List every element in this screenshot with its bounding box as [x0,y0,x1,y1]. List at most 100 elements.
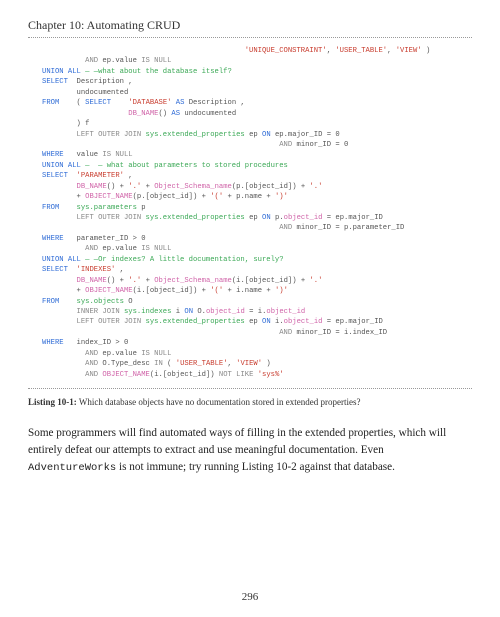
code-text: index_ID > 0 [64,339,129,347]
code-text: object_id [284,214,323,222]
code-text: SELECT [42,266,68,274]
code-text: SELECT [85,99,111,107]
code-text: ep [245,318,262,326]
code-text: Description , [184,99,244,107]
code-text: object_id [266,308,305,316]
code-text: FROM [42,99,59,107]
code-text [42,110,128,118]
code-text: 'UNIQUE_CONSTRAINT' [245,47,327,55]
code-text: value [64,151,103,159]
code-text: FROM [42,204,59,212]
code-text: ep.value [98,57,141,65]
code-text: '.' [128,183,141,191]
code-text: + [42,287,85,295]
code-text: sys.extended_properties [146,318,245,326]
code-text: minor_ID = p.parameter_ID [292,224,404,232]
code-text [42,350,85,358]
code-text: 'VIEW' [236,360,262,368]
code-text: Object_Schema_name [154,277,232,285]
code-text: AND [85,360,98,368]
code-text: ep.major_ID = 0 [271,131,340,139]
code-text: ) [262,360,271,368]
code-text: sys.indexes [124,308,171,316]
code-comment: — — what about parameters to stored proc… [81,162,288,170]
code-text: = ep.major_ID [322,214,382,222]
code-text: ( [163,360,176,368]
code-text: + [141,277,154,285]
code-text: 'PARAMETER' [77,172,124,180]
code-text: FROM [42,298,59,306]
code-text: AS [171,110,180,118]
page-number: 296 [0,591,500,603]
code-text: WHERE [42,151,64,159]
code-text: WHERE [42,339,64,347]
code-text: '.' [309,277,322,285]
code-text: ) [422,47,431,55]
code-text: INNER JOIN [77,308,120,316]
code-text: NOT LIKE [219,371,254,379]
code-text: , [124,172,133,180]
caption-label: Listing 10-1: [28,397,77,407]
code-text: (p.[object_id]) + [133,193,211,201]
code-text [42,141,279,149]
code-text: ep.value [98,245,141,253]
code-text: ep [245,214,262,222]
code-text: ON [262,131,271,139]
code-text: SELECT [42,172,68,180]
code-comment: — —what about the database itself? [81,68,232,76]
code-text [42,224,279,232]
code-text: IS NULL [102,151,132,159]
code-text: IS NULL [141,57,171,65]
code-text: (i.[object_id]) [150,371,219,379]
code-text: OBJECT_NAME [85,287,132,295]
code-text: ')' [275,287,288,295]
code-text: (p.[object_id]) + [232,183,310,191]
code-text [42,47,245,55]
code-text [42,277,77,285]
code-text: () + [107,183,129,191]
code-text: undocumented [180,110,236,118]
code-text: ')' [275,193,288,201]
code-text: ) f [42,120,89,128]
inline-code: AdventureWorks [28,462,116,474]
code-text: , [115,266,124,274]
caption-text: Which database objects have no documenta… [77,397,361,407]
code-text: = i. [245,308,267,316]
code-text [68,266,77,274]
code-text: ep [245,131,262,139]
code-text: AND [85,245,98,253]
code-text: LEFT OUTER JOIN [77,214,142,222]
listing-caption: Listing 10-1: Which database objects hav… [28,397,472,407]
code-text: + [42,193,85,201]
code-text: OBJECT_NAME [85,193,132,201]
code-comment: — —Or indexes? A little documentation, s… [81,256,284,264]
code-text: p. [271,214,284,222]
code-text [42,329,279,337]
code-text: DB_NAME [77,277,107,285]
code-text: 'INDEXES' [77,266,116,274]
code-text: AND [279,224,292,232]
code-text: O [124,298,133,306]
code-text: '(' [210,193,223,201]
code-text [42,308,77,316]
code-text: (i.[object_id]) + [232,277,310,285]
code-text: + [141,183,154,191]
body-text: Some programmers will find automated way… [28,427,446,456]
code-text: DB_NAME [128,110,158,118]
code-text: AND [85,57,98,65]
dotted-rule [28,37,472,38]
code-text: i [171,308,184,316]
code-text: i. [271,318,284,326]
code-text: minor_ID = i.index_ID [292,329,387,337]
code-text: O.Type_desc [98,360,154,368]
code-text: , [228,360,237,368]
code-text [42,318,77,326]
code-text: ep.value [98,350,141,358]
code-text: () + [107,277,129,285]
code-text [68,172,77,180]
code-text [42,214,77,222]
code-text: O. [193,308,206,316]
code-text: sys.extended_properties [146,214,245,222]
code-text [42,245,85,253]
code-text: 'USER_TABLE' [335,47,387,55]
